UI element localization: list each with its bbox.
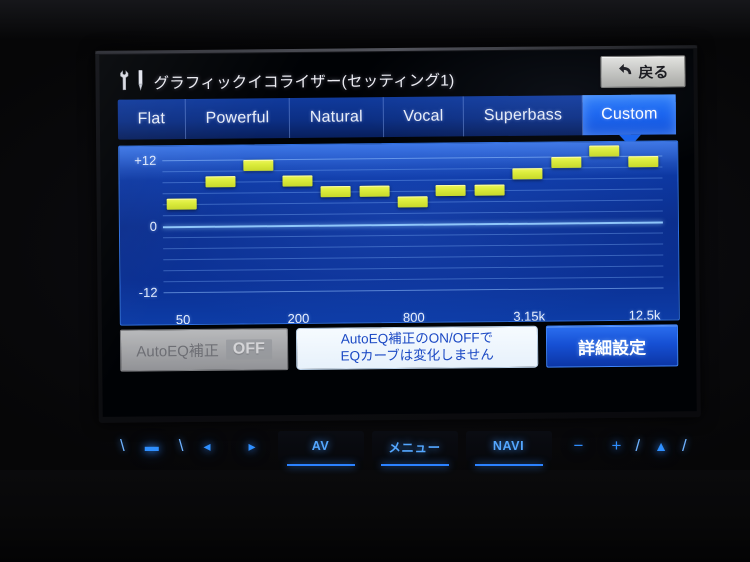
slash-icon: / — [682, 436, 687, 455]
tooltip-line-2: EQカーブは変化しません — [340, 347, 494, 364]
autoeq-toggle-button[interactable]: AutoEQ補正 OFF — [119, 328, 289, 372]
header-icons — [117, 69, 145, 96]
y-axis-label: -12 — [138, 284, 158, 300]
gridline — [162, 188, 663, 195]
y-axis-label: 0 — [149, 218, 157, 234]
prev-track-icon[interactable]: ◂ — [203, 438, 210, 455]
page-title: グラフィックイコライザー(セッティング1) — [153, 72, 455, 93]
slash-icon: \ — [120, 436, 125, 455]
back-button-label: 戻る — [638, 63, 669, 82]
tab-natural[interactable]: Natural — [289, 97, 384, 139]
back-button[interactable]: 戻る — [600, 55, 686, 89]
hardware-left-icons: \ ▬ \ ◂ ▸ — [120, 436, 256, 456]
plus-icon[interactable]: + — [611, 436, 621, 456]
eq-band-bar[interactable] — [474, 184, 505, 196]
gridline — [163, 254, 664, 261]
minus-icon[interactable]: − — [574, 436, 584, 456]
gridline — [163, 232, 664, 239]
zero-gridline — [162, 221, 663, 229]
tab-label: Vocal — [403, 107, 444, 125]
tab-label: Powerful — [205, 109, 270, 127]
eq-band-bar[interactable] — [243, 159, 274, 171]
dashboard-top-sheen — [0, 0, 750, 40]
back-arrow-icon — [617, 62, 634, 82]
wrench-icon — [117, 69, 132, 96]
key-underline — [380, 464, 449, 466]
eject-icon[interactable]: ▬ — [145, 438, 159, 454]
x-axis-label: 3.15k — [513, 308, 546, 324]
eq-band-bar[interactable] — [166, 198, 197, 210]
eq-band-bar[interactable] — [589, 144, 620, 157]
gridline — [163, 276, 664, 283]
eq-band-bar[interactable] — [397, 196, 428, 208]
tab-vocal[interactable]: Vocal — [383, 96, 465, 138]
dashboard-lower-panel — [0, 470, 750, 562]
autoeq-tooltip: AutoEQ補正のON/OFFで EQカーブは変化しません — [295, 325, 539, 370]
tab-label: Flat — [137, 110, 166, 128]
tab-custom[interactable]: Custom — [582, 94, 677, 147]
tab-superbass[interactable]: Superbass — [463, 95, 584, 137]
tab-flat[interactable]: Flat — [117, 99, 187, 140]
screenshot-root: グラフィックイコライザー(セッティング1) 戻る Flat Powerful Nat… — [0, 0, 750, 562]
tab-powerful[interactable]: Powerful — [185, 98, 291, 140]
gridline — [163, 265, 664, 272]
hardware-button-strip: \ ▬ \ ◂ ▸ AV メニュー NAVI − + / ▲ / — [120, 425, 690, 467]
detail-settings-button[interactable]: 詳細設定 — [545, 324, 679, 368]
hardware-key-navi[interactable]: NAVI — [465, 431, 552, 466]
hardware-key-av-label: AV — [311, 439, 330, 453]
gridline — [162, 177, 663, 184]
hardware-right-icons: − + / ▲ / — [574, 436, 687, 456]
key-underline — [474, 464, 543, 466]
tooltip-line-1: AutoEQ補正のON/OFFで — [340, 330, 494, 347]
slider-icon — [135, 69, 145, 96]
autoeq-state-badge: OFF — [225, 339, 272, 360]
x-axis-label: 200 — [287, 310, 310, 326]
autoeq-label: AutoEQ補正 — [136, 342, 219, 361]
gridline — [162, 166, 663, 173]
slash-icon: \ — [178, 436, 184, 455]
next-track-icon[interactable]: ▸ — [249, 438, 256, 455]
eq-band-bar[interactable] — [512, 167, 543, 179]
gridline — [163, 243, 664, 250]
detail-settings-label: 詳細設定 — [578, 338, 647, 358]
key-underline — [286, 464, 355, 466]
head-unit-screen: グラフィックイコライザー(セッティング1) 戻る Flat Powerful Nat… — [99, 49, 697, 417]
hardware-key-navi-label: NAVI — [492, 439, 525, 453]
tab-label: Custom — [601, 105, 658, 124]
eq-band-bar[interactable] — [628, 155, 659, 167]
slash-icon: / — [635, 436, 641, 455]
home-icon[interactable]: ▲ — [654, 438, 668, 454]
eq-graph-panel[interactable]: +12 0 -12 50 200 800 3.15k 12.5k — [118, 140, 680, 326]
eq-bottom-bar: AutoEQ補正 OFF AutoEQ補正のON/OFFで EQカーブは変化しま… — [119, 323, 679, 372]
tab-label: Superbass — [483, 106, 563, 125]
eq-band-bar[interactable] — [359, 185, 390, 197]
gridline — [162, 210, 663, 217]
tab-label: Natural — [309, 108, 363, 126]
hardware-key-menu[interactable]: メニュー — [371, 431, 458, 466]
eq-band-bar[interactable] — [282, 175, 313, 187]
eq-band-bar[interactable] — [551, 156, 582, 168]
eq-band-bar[interactable] — [320, 185, 351, 198]
y-axis-label: +12 — [134, 152, 157, 169]
eq-preset-tabs: Flat Powerful Natural Vocal Superbass Custom — [117, 94, 677, 147]
hardware-key-menu-label: メニュー — [388, 440, 441, 455]
gridline — [163, 287, 664, 294]
eq-band-bar[interactable] — [435, 184, 467, 197]
eq-plot-area[interactable]: +12 0 -12 50 200 800 3.15k 12.5k — [134, 144, 664, 326]
eq-band-bar[interactable] — [205, 176, 236, 188]
hardware-key-av[interactable]: AV — [277, 431, 364, 466]
x-axis-label: 50 — [175, 311, 191, 326]
x-axis-label: 800 — [402, 309, 425, 325]
x-axis-label: 12.5k — [628, 307, 661, 323]
